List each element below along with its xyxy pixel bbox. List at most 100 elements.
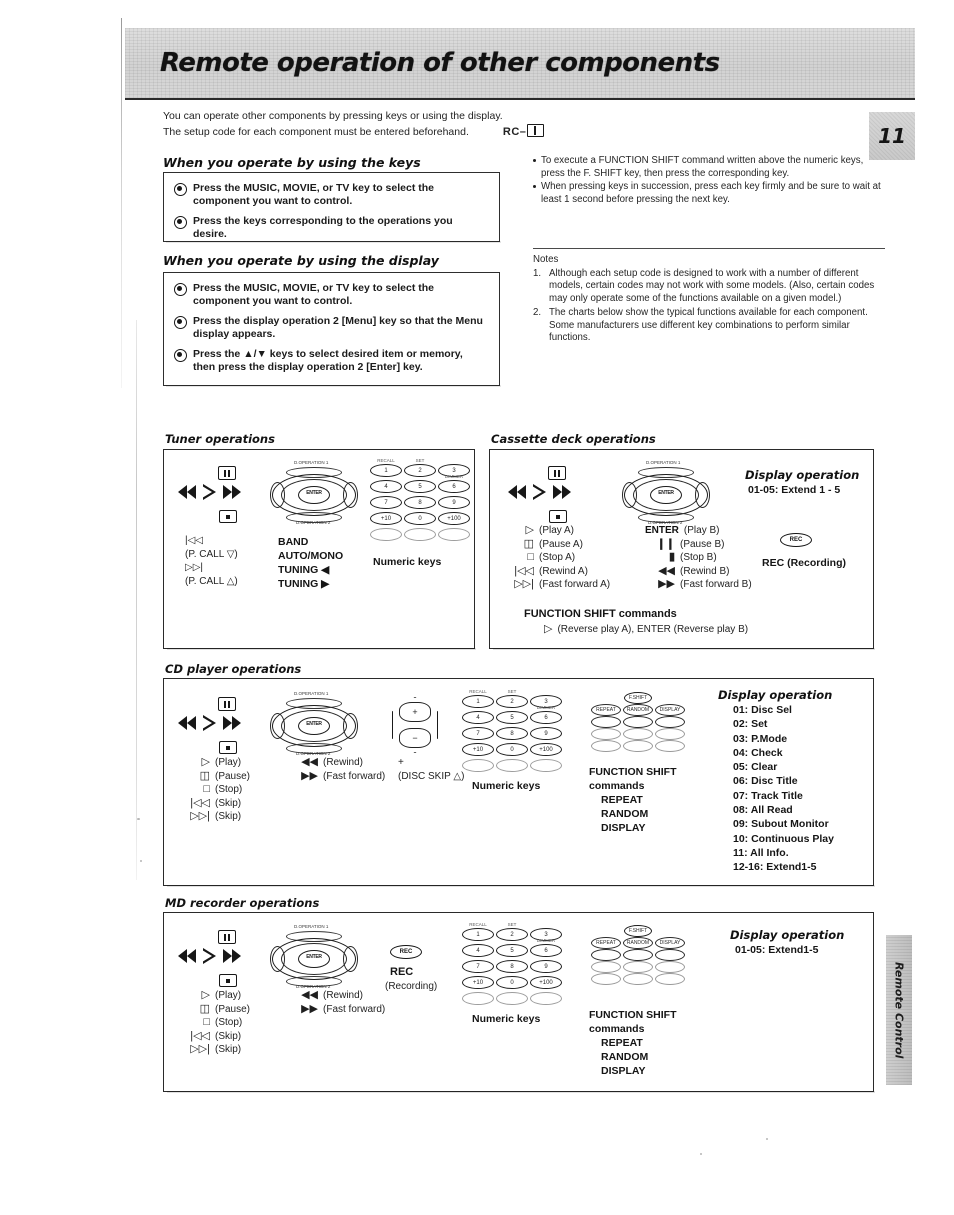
rec-oval-icon: REC [390, 945, 422, 959]
numeric-key-+100[interactable]: +100 [438, 512, 470, 525]
dpad-right-key[interactable] [343, 482, 358, 508]
function-shift-key[interactable] [623, 716, 653, 728]
md-numeric-keypad[interactable]: 1 RECALL 2 SET 3 4 5 6 DIMMER 7 8 9 +10 0 +100 [462, 922, 562, 1005]
numeric-key-8[interactable]: 8 [496, 960, 528, 973]
cassette-a-row-4: ▷▷| (Fast forward A) [504, 578, 644, 592]
numeric-key-4[interactable]: 4 [370, 480, 402, 493]
numeric-key-faint-1[interactable] [496, 992, 528, 1005]
enter-key-label: ENTER [645, 525, 679, 536]
function-shift-key[interactable] [655, 716, 685, 728]
function-shift-key[interactable] [591, 949, 621, 961]
dpad-left-key[interactable] [622, 482, 637, 508]
numeric-key-2[interactable]: 2 SET [496, 689, 528, 708]
dpad-center-key[interactable]: ENTER [298, 486, 330, 504]
numeric-key-7[interactable]: 7 [370, 496, 402, 509]
function-shift-key[interactable]: DISPLAY [655, 937, 685, 949]
numeric-key-4[interactable]: 4 [462, 711, 494, 724]
numeric-key-7[interactable]: 7 [462, 960, 494, 973]
f-shift-key[interactable]: F.SHIFT [624, 925, 652, 937]
function-shift-key[interactable] [623, 949, 653, 961]
function-shift-key[interactable] [655, 740, 685, 752]
function-shift-key[interactable] [655, 973, 685, 985]
function-shift-key[interactable]: RANDOM [623, 937, 653, 949]
dpad-right-key[interactable] [343, 946, 358, 972]
dpad-left-key[interactable] [270, 713, 285, 739]
function-shift-key[interactable] [591, 728, 621, 740]
numeric-key-2[interactable]: 2 SET [404, 458, 436, 477]
numeric-key-1[interactable]: 1 RECALL [462, 689, 494, 708]
function-shift-key[interactable] [623, 728, 653, 740]
numeric-key-+100[interactable]: +100 [530, 743, 562, 756]
numeric-key-+10[interactable]: +10 [462, 976, 494, 989]
md-function-shift-keypad[interactable]: F.SHIFT REPEAT RANDOM DISPLAY [591, 925, 687, 987]
function-shift-key[interactable] [623, 740, 653, 752]
cd-disc-skip-rocker[interactable]: + − [392, 697, 438, 753]
display-step-3: Press the ▲/▼ keys to select desired ite… [174, 348, 487, 374]
numeric-key-faint-1[interactable] [404, 528, 436, 541]
numeric-key-faint-2[interactable] [530, 759, 562, 772]
numeric-key-+100[interactable]: +100 [530, 976, 562, 989]
disc-skip-up-icon[interactable]: + [399, 702, 431, 722]
disc-skip-down-icon[interactable]: − [399, 728, 431, 748]
dpad-right-key[interactable] [343, 713, 358, 739]
function-shift-key[interactable]: REPEAT [591, 937, 621, 949]
dpad-center-key[interactable]: ENTER [650, 486, 682, 504]
cd-display-item-5: 06: Disc Title [733, 775, 798, 788]
numeric-key-+10[interactable]: +10 [370, 512, 402, 525]
step-number-icon [174, 316, 187, 329]
rewind-icon [178, 485, 196, 499]
dpad-center-key[interactable]: ENTER [298, 717, 330, 735]
function-shift-key[interactable] [591, 961, 621, 973]
numeric-key-1[interactable]: 1 RECALL [462, 922, 494, 941]
function-shift-key[interactable] [655, 949, 685, 961]
numeric-key-faint-2[interactable] [530, 992, 562, 1005]
cd-function-shift-keypad[interactable]: F.SHIFT REPEAT RANDOM DISPLAY [591, 692, 687, 754]
numeric-key-0[interactable]: 0 [496, 743, 528, 756]
tuner-numeric-keypad[interactable]: 1 RECALL 2 SET 3 4 5 6 DIMMER 7 8 9 +10 0 +100 [370, 458, 470, 541]
rewind-icon: ◀◀ [301, 756, 318, 769]
dpad-left-key[interactable] [270, 946, 285, 972]
function-shift-key[interactable] [655, 728, 685, 740]
numeric-key-faint-2[interactable] [438, 528, 470, 541]
function-shift-key[interactable]: RANDOM [623, 704, 653, 716]
numeric-key-4[interactable]: 4 [462, 944, 494, 957]
function-shift-key[interactable]: DISPLAY [655, 704, 685, 716]
fast-forward-icon [223, 485, 241, 499]
function-shift-key[interactable] [591, 973, 621, 985]
numeric-key-faint-0[interactable] [462, 992, 494, 1005]
numeric-key-9[interactable]: 9 [530, 727, 562, 740]
numeric-key-6[interactable]: 6 DIMMER [530, 938, 562, 957]
play-icon [202, 715, 216, 731]
numeric-key-0[interactable]: 0 [404, 512, 436, 525]
function-shift-key[interactable] [623, 961, 653, 973]
numeric-key-6[interactable]: 6 DIMMER [438, 474, 470, 493]
function-shift-key[interactable]: REPEAT [591, 704, 621, 716]
function-shift-key[interactable] [591, 716, 621, 728]
numeric-key-8[interactable]: 8 [496, 727, 528, 740]
numeric-key-8[interactable]: 8 [404, 496, 436, 509]
numeric-key-0[interactable]: 0 [496, 976, 528, 989]
cd-a-row-3: |◁◁ (Skip) [180, 797, 295, 811]
numeric-key-+10[interactable]: +10 [462, 743, 494, 756]
numeric-key-5[interactable]: 5 [496, 944, 528, 957]
md-a-row-3: |◁◁ (Skip) [180, 1030, 295, 1044]
display-section-title: When you operate by using the display [163, 253, 439, 268]
numeric-key-9[interactable]: 9 [530, 960, 562, 973]
dpad-left-key[interactable] [270, 482, 285, 508]
numeric-key-5[interactable]: 5 [404, 480, 436, 493]
numeric-key-7[interactable]: 7 [462, 727, 494, 740]
f-shift-key[interactable]: F.SHIFT [624, 692, 652, 704]
numeric-key-9[interactable]: 9 [438, 496, 470, 509]
dpad-center-key[interactable]: ENTER [298, 950, 330, 968]
display-step-1: Press the MUSIC, MOVIE, or TV key to sel… [174, 282, 487, 308]
numeric-key-1[interactable]: 1 RECALL [370, 458, 402, 477]
function-shift-key[interactable] [623, 973, 653, 985]
numeric-key-6[interactable]: 6 DIMMER [530, 705, 562, 724]
md-fshift-line-0: FUNCTION SHIFT [589, 1009, 677, 1021]
dpad-right-key[interactable] [695, 482, 710, 508]
function-shift-key[interactable] [591, 740, 621, 752]
numeric-key-5[interactable]: 5 [496, 711, 528, 724]
numeric-key-2[interactable]: 2 SET [496, 922, 528, 941]
function-shift-key[interactable] [655, 961, 685, 973]
numeric-key-faint-0[interactable] [370, 528, 402, 541]
